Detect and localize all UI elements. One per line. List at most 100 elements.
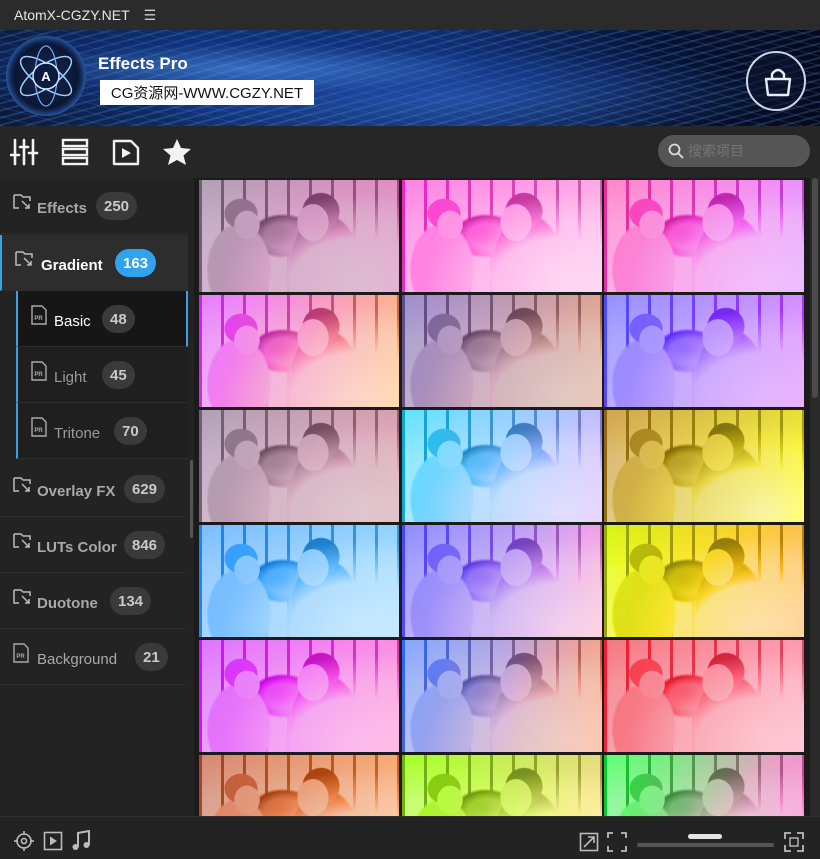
search-icon <box>668 143 684 159</box>
category-count-badge: 163 <box>115 249 157 277</box>
gradient-wash <box>199 755 399 816</box>
expand-icon[interactable] <box>579 832 599 857</box>
preset-thumbnail[interactable] <box>604 640 804 752</box>
window-title: AtomX-CGZY.NET <box>14 7 130 23</box>
sidebar-scrollbar[interactable] <box>190 460 193 538</box>
gradient-wash <box>402 755 602 816</box>
sliders-icon[interactable] <box>9 138 40 166</box>
category-label: Background <box>37 651 118 668</box>
gradient-wash <box>604 295 804 407</box>
folder-icon <box>12 531 32 556</box>
preset-thumbnail[interactable] <box>402 295 602 407</box>
sidebar-category-background[interactable]: PR Background 21 <box>0 629 188 685</box>
category-label: Effects <box>37 200 88 217</box>
preset-thumbnail[interactable] <box>199 525 399 637</box>
preset-thumbnail[interactable] <box>199 755 399 816</box>
gradient-wash <box>604 180 804 292</box>
gradient-wash <box>604 755 804 816</box>
preset-thumbnail[interactable] <box>199 180 399 292</box>
preset-thumbnail[interactable] <box>402 410 602 522</box>
subcategory-label: Light <box>54 369 87 386</box>
preset-thumbnail[interactable] <box>604 180 804 292</box>
search-input[interactable] <box>688 143 798 159</box>
gradient-wash <box>199 525 399 637</box>
svg-text:PR: PR <box>34 428 43 434</box>
list-icon[interactable] <box>60 138 90 166</box>
preset-thumbnail[interactable] <box>199 295 399 407</box>
preset-thumbnail[interactable] <box>604 525 804 637</box>
play-icon[interactable] <box>43 831 63 856</box>
sidebar-category-overlay-fx[interactable]: Overlay FX 629 <box>0 461 188 517</box>
category-count-badge: 846 <box>124 531 166 559</box>
video-icon[interactable] <box>111 138 141 166</box>
preset-thumbnail[interactable] <box>604 755 804 816</box>
preset-thumbnail[interactable] <box>199 410 399 522</box>
category-label: Duotone <box>37 595 98 612</box>
category-count-badge: 21 <box>135 643 168 671</box>
category-count-badge: 629 <box>124 475 166 503</box>
gradient-wash <box>402 410 602 522</box>
fit-icon[interactable] <box>607 832 627 857</box>
gradient-wash <box>199 640 399 752</box>
pr-file-icon: PR <box>30 305 48 330</box>
folder-icon <box>12 475 32 500</box>
preset-thumbnail[interactable] <box>402 755 602 816</box>
preset-thumbnail[interactable] <box>199 640 399 752</box>
sidebar-category-gradient[interactable]: Gradient 163 <box>0 235 188 291</box>
subcategory-count-badge: 48 <box>102 305 135 333</box>
preset-thumbnail[interactable] <box>604 410 804 522</box>
category-label: Overlay FX <box>37 483 116 500</box>
svg-text:PR: PR <box>34 372 43 378</box>
gradient-wash <box>604 525 804 637</box>
svg-text:PR: PR <box>34 316 43 322</box>
target-icon[interactable] <box>13 830 35 857</box>
subcategory-label: Tritone <box>54 425 101 442</box>
gradient-wash <box>604 640 804 752</box>
music-icon[interactable] <box>71 829 91 857</box>
sidebar-category-effects[interactable]: Effects 250 <box>0 178 188 234</box>
header-banner: A Effects Pro CG资源网-WWW.CGZY.NET <box>0 30 820 126</box>
sidebar-subcategory-light[interactable]: PR Light 45 <box>16 347 188 403</box>
sidebar-category-duotone[interactable]: Duotone 134 <box>0 573 188 629</box>
gradient-wash <box>604 410 804 522</box>
gradient-wash <box>199 410 399 522</box>
zoom-slider-track[interactable] <box>637 843 774 847</box>
folder-icon <box>12 587 32 612</box>
gradient-wash <box>199 295 399 407</box>
preset-thumbnail[interactable] <box>604 295 804 407</box>
grid-scrollbar[interactable] <box>810 178 820 816</box>
gradient-wash <box>199 180 399 292</box>
category-count-badge: 134 <box>110 587 152 615</box>
category-label: Gradient <box>41 257 103 274</box>
preset-thumbnail[interactable] <box>402 640 602 752</box>
category-label: LUTs Color <box>37 539 117 556</box>
sidebar-subcategory-tritone[interactable]: PR Tritone 70 <box>16 403 188 459</box>
gradient-wash <box>402 525 602 637</box>
sidebar-category-luts-color[interactable]: LUTs Color 846 <box>0 517 188 573</box>
gradient-wash <box>402 295 602 407</box>
folder-icon <box>14 249 34 274</box>
hamburger-icon[interactable]: ☰ <box>144 7 157 24</box>
folder-icon <box>12 192 32 217</box>
app-name: Effects Pro <box>98 54 188 73</box>
zoom-slider-thumb[interactable] <box>688 834 722 839</box>
grid-scroll-handle[interactable] <box>812 178 818 398</box>
atom-logo-icon: A <box>6 36 86 116</box>
subcategory-count-badge: 45 <box>102 361 135 389</box>
subcategory-label: Basic <box>54 313 91 330</box>
pr-file-icon: PR <box>30 361 48 386</box>
search-field[interactable] <box>658 135 810 167</box>
preset-grid <box>194 178 810 816</box>
subcategory-count-badge: 70 <box>114 417 147 445</box>
fullscreen-icon[interactable] <box>784 832 804 857</box>
pr-file-icon: PR <box>30 417 48 442</box>
shopping-bag-icon[interactable] <box>746 51 806 111</box>
sidebar-subcategory-basic[interactable]: PR Basic 48 <box>16 291 188 347</box>
watermark-label: CG资源网-WWW.CGZY.NET <box>100 80 314 105</box>
gradient-wash <box>402 640 602 752</box>
star-icon[interactable] <box>162 138 192 166</box>
pr-file-icon: PR <box>12 643 30 668</box>
preset-thumbnail[interactable] <box>402 180 602 292</box>
category-count-badge: 250 <box>96 192 138 220</box>
preset-thumbnail[interactable] <box>402 525 602 637</box>
